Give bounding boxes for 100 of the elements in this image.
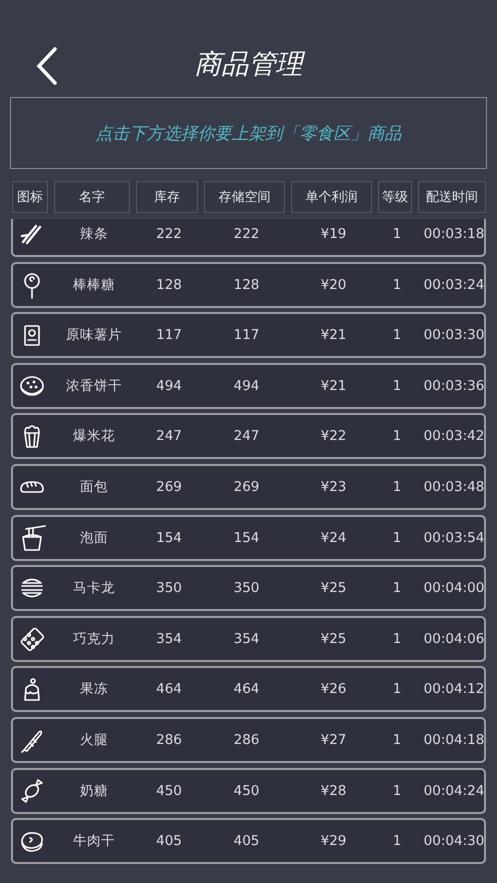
level-cell-text: 1 xyxy=(392,428,402,444)
level-cell-text: 1 xyxy=(392,327,402,344)
product-row[interactable]: 马卡龙 350 350 ¥25 1 00:04:00 xyxy=(11,565,486,612)
delivery-time-cell-text: 00:04:18 xyxy=(422,732,486,748)
storage-cell-text: 154 xyxy=(232,530,260,546)
storage-cell-text: 286 xyxy=(232,732,260,748)
product-name: 巧克力 xyxy=(72,630,116,648)
profit-cell-text: ¥25 xyxy=(320,630,348,647)
level-cell-text: 1 xyxy=(392,226,402,242)
product-name: 奶糖 xyxy=(79,782,109,800)
stock-cell-text: 350 xyxy=(155,580,183,596)
delivery-time-cell-text: 00:03:18 xyxy=(422,226,486,242)
stock-cell-text: 128 xyxy=(155,276,183,293)
product-name: 牛肉干 xyxy=(72,832,116,850)
storage-cell-text: 354 xyxy=(232,630,260,647)
product-row[interactable]: 奶糖 450 450 ¥28 1 00:04:24 xyxy=(11,768,486,814)
product-name: 面包 xyxy=(79,478,109,496)
storage-cell-text: 405 xyxy=(232,833,260,850)
product-name: 马卡龙 xyxy=(72,579,116,598)
level-cell-text: 1 xyxy=(392,630,402,647)
product-row[interactable]: 牛肉干 405 405 ¥29 1 00:04:30 xyxy=(11,818,486,864)
product-name: 原味薯片 xyxy=(65,326,123,344)
storage-cell-text: 464 xyxy=(232,681,260,698)
product-row[interactable]: 棒棒糖 128 128 ¥20 1 00:03:24 xyxy=(11,262,486,308)
product-name: 棒棒糖 xyxy=(72,276,116,294)
profit-cell-text: ¥27 xyxy=(320,732,348,748)
column-header: 等级 xyxy=(378,181,412,213)
level-cell-text: 1 xyxy=(392,580,402,596)
level-cell-text: 1 xyxy=(392,276,402,293)
stock-cell-text: 286 xyxy=(155,732,183,748)
storage-cell-text: 269 xyxy=(232,478,260,495)
profit-cell-text: ¥29 xyxy=(320,833,348,850)
chocolate-bar-icon xyxy=(18,624,46,653)
profit-cell-text: ¥19 xyxy=(320,226,348,242)
back-icon[interactable] xyxy=(36,47,58,85)
storage-cell-text: 128 xyxy=(232,276,260,293)
level-cell-text: 1 xyxy=(392,732,402,748)
delivery-time-cell-text: 00:03:48 xyxy=(422,478,486,495)
product-name: 爆米花 xyxy=(72,427,116,446)
level-cell-text: 1 xyxy=(392,378,402,394)
column-header: 图标 xyxy=(12,181,48,213)
level-cell-text: 1 xyxy=(392,782,402,799)
product-name: 浓香饼干 xyxy=(65,376,123,395)
delivery-time-cell-text: 00:03:36 xyxy=(422,378,486,394)
product-name: 泡面 xyxy=(79,528,109,547)
storage-cell-text: 222 xyxy=(232,226,260,242)
profit-cell-text: ¥21 xyxy=(320,378,348,394)
delivery-time-cell-text: 00:03:54 xyxy=(422,530,486,546)
column-header: 名字 xyxy=(54,181,130,213)
product-row[interactable]: 巧克力 354 354 ¥25 1 00:04:06 xyxy=(11,616,486,662)
stock-cell-text: 354 xyxy=(155,630,183,647)
delivery-time-cell-text: 00:04:00 xyxy=(422,580,486,596)
product-row[interactable]: 浓香饼干 494 494 ¥21 1 00:03:36 xyxy=(11,362,486,409)
product-row[interactable]: 面包 269 269 ¥23 1 00:03:48 xyxy=(11,464,486,510)
delivery-time-cell-text: 00:04:30 xyxy=(422,833,486,850)
storage-cell-text: 117 xyxy=(232,327,260,344)
profit-cell-text: ¥20 xyxy=(320,276,348,293)
profit-cell-text: ¥23 xyxy=(320,478,348,495)
product-row[interactable]: 辣条 222 222 ¥19 1 00:03:18 xyxy=(11,219,486,257)
column-header: 单个利润 xyxy=(291,181,372,213)
product-row[interactable]: 泡面 154 154 ¥24 1 00:03:54 xyxy=(11,514,486,561)
stock-cell-text: 450 xyxy=(155,782,183,799)
delivery-time-cell-text: 00:04:06 xyxy=(422,630,486,647)
level-cell-text: 1 xyxy=(392,833,402,850)
product-row[interactable]: 火腿 286 286 ¥27 1 00:04:18 xyxy=(11,716,486,763)
profit-cell-text: ¥24 xyxy=(320,530,348,546)
level-cell-text: 1 xyxy=(392,530,402,546)
level-cell-text: 1 xyxy=(392,681,402,698)
stock-cell-text: 222 xyxy=(155,226,183,242)
product-name: 火腿 xyxy=(79,730,109,749)
stock-cell-text: 269 xyxy=(155,478,183,495)
delivery-time-cell-text: 00:03:24 xyxy=(422,276,486,293)
stock-cell-text: 405 xyxy=(155,833,183,850)
stock-cell-text: 117 xyxy=(155,327,183,344)
profit-cell-text: ¥25 xyxy=(320,580,348,596)
profit-cell-text: ¥28 xyxy=(320,782,348,799)
stock-cell-text: 494 xyxy=(155,378,183,394)
delivery-time-cell-text: 00:03:42 xyxy=(422,428,486,444)
column-header: 库存 xyxy=(136,181,198,213)
product-name: 果冻 xyxy=(79,680,109,698)
stock-cell-text: 464 xyxy=(155,681,183,698)
storage-cell-text: 350 xyxy=(232,580,260,596)
level-cell-text: 1 xyxy=(392,478,402,495)
stock-cell-text: 247 xyxy=(155,428,183,444)
storage-cell-text: 247 xyxy=(232,428,260,444)
product-row[interactable]: 爆米花 247 247 ¥22 1 00:03:42 xyxy=(11,413,486,460)
delivery-time-cell-text: 00:04:12 xyxy=(422,681,486,698)
column-header: 配送时间 xyxy=(418,181,486,213)
product-row[interactable]: 原味薯片 117 117 ¥21 1 00:03:30 xyxy=(11,312,486,358)
profit-cell-text: ¥26 xyxy=(320,681,348,698)
product-name: 辣条 xyxy=(79,225,109,243)
delivery-time-cell-text: 00:03:30 xyxy=(422,327,486,344)
instruction-banner: 点击下方选择你要上架到「零食区」商品 xyxy=(10,97,487,169)
column-header: 存储空间 xyxy=(204,181,285,213)
profit-cell-text: ¥21 xyxy=(320,327,348,344)
stock-cell-text: 154 xyxy=(155,530,183,546)
product-row[interactable]: 果冻 464 464 ¥26 1 00:04:12 xyxy=(11,666,486,712)
delivery-time-cell-text: 00:04:24 xyxy=(422,782,486,799)
profit-cell-text: ¥22 xyxy=(320,428,348,444)
storage-cell-text: 450 xyxy=(232,782,260,799)
